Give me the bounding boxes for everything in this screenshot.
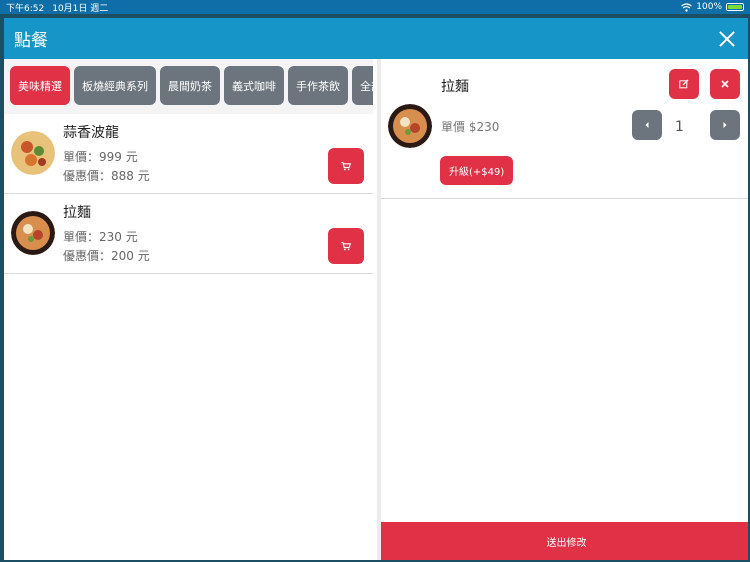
item-sale-price: 優惠價：888 元 [63, 169, 150, 183]
tab-手作茶飲[interactable]: 手作茶飲 [288, 66, 348, 105]
add-to-cart-button[interactable] [328, 148, 364, 184]
item-photo [11, 211, 55, 255]
cart-icon [341, 241, 351, 251]
tab-板燒經典系列[interactable]: 板燒經典系列 [74, 66, 156, 105]
item-name: 拉麵 [63, 205, 91, 221]
item-price: 單價：230 元 [63, 230, 138, 244]
status-time: 下午6:52 [6, 3, 45, 14]
item-sale-price: 優惠價：200 元 [63, 249, 150, 263]
tab-美味精選[interactable]: 美味精選 [10, 66, 70, 105]
add-to-cart-button[interactable] [328, 228, 364, 264]
tab-全部品[interactable]: 全部品 [352, 66, 373, 105]
modal-header: 點餐 [4, 18, 748, 59]
remove-button[interactable] [710, 69, 740, 99]
order-modal: 點餐 美味精選 板燒經典系列 晨間奶茶 義式咖啡 手作茶飲 全部品 蒜香波龍 [4, 18, 748, 560]
close-icon[interactable] [716, 28, 738, 50]
increase-quantity-button[interactable] [710, 110, 740, 140]
menu-item: 拉麵 單價：230 元 優惠價：200 元 [4, 194, 373, 274]
battery-percent: 100% [696, 2, 722, 12]
status-bar: 下午6:52 10月1日 週二 100% [0, 0, 750, 14]
submit-changes-button[interactable]: 送出修改 [381, 522, 748, 560]
cart-icon [341, 161, 351, 171]
remove-icon [721, 80, 729, 88]
chevron-left-icon [645, 122, 649, 128]
quantity-value: 1 [675, 119, 684, 135]
edit-button[interactable] [669, 69, 699, 99]
status-date: 10月1日 週二 [52, 3, 109, 14]
decrease-quantity-button[interactable] [632, 110, 662, 140]
battery-icon [726, 3, 744, 11]
order-panel: 拉麵 單價 $230 1 升級(+$49) 送出修改 [377, 59, 748, 560]
menu-item: 蒜香波龍 單價：999 元 優惠價：888 元 [4, 114, 373, 194]
upgrade-button[interactable]: 升級(+$49) [440, 156, 514, 185]
edit-icon [679, 79, 689, 89]
tab-晨間奶茶[interactable]: 晨間奶茶 [160, 66, 220, 105]
order-unit-price: 單價 $230 [441, 120, 500, 134]
chevron-right-icon [723, 122, 727, 128]
order-item-photo [388, 104, 432, 148]
tab-義式咖啡[interactable]: 義式咖啡 [224, 66, 284, 105]
item-name: 蒜香波龍 [63, 125, 119, 141]
category-tabs: 美味精選 板燒經典系列 晨間奶茶 義式咖啡 手作茶飲 全部品 [4, 59, 373, 114]
order-item: 拉麵 單價 $230 1 升級(+$49) [381, 59, 748, 199]
menu-panel: 美味精選 板燒經典系列 晨間奶茶 義式咖啡 手作茶飲 全部品 蒜香波龍 單價：9… [4, 59, 373, 560]
item-photo [11, 131, 55, 175]
wifi-icon [681, 2, 693, 12]
modal-title: 點餐 [14, 31, 48, 51]
item-price: 單價：999 元 [63, 150, 138, 164]
order-item-name: 拉麵 [441, 79, 469, 95]
